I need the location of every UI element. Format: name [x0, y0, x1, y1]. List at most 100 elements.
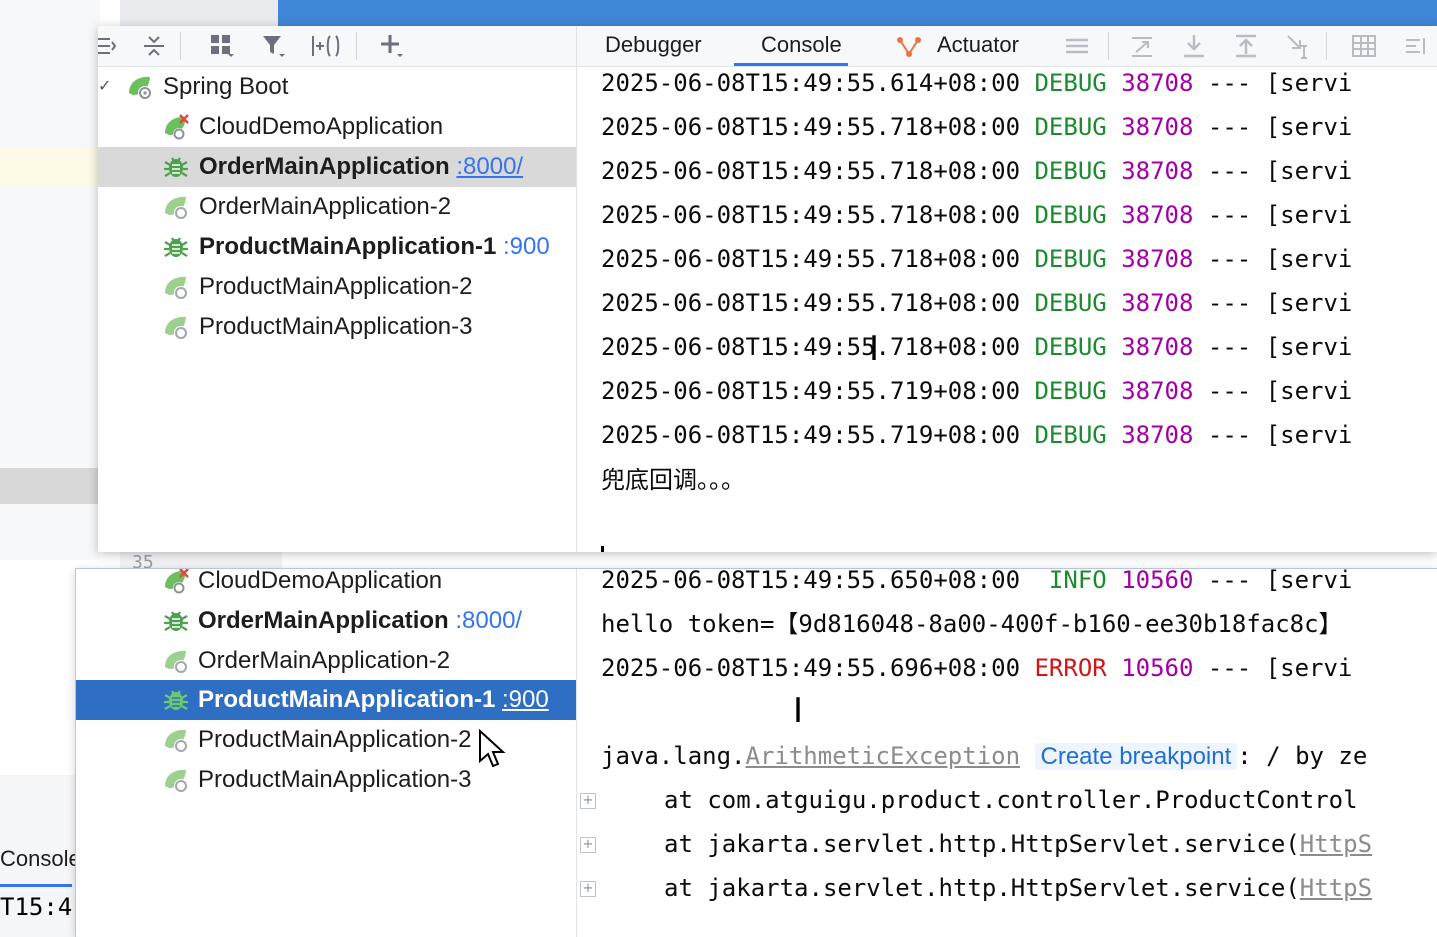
console-output[interactable]: 2025-06-08T15:49:55.650+08:00 INFO 10560…	[577, 569, 1437, 937]
ibeam-cursor-icon: I	[793, 691, 804, 731]
tree-item-product-main-3[interactable]: ProductMainApplication-3	[98, 307, 576, 347]
background-console-tab[interactable]: Console	[0, 846, 81, 872]
log-timestamp: 2025-06-08T15:49:55.650+08:00	[601, 569, 1021, 594]
stack-frame-text: at jakarta.servlet.http.HttpServlet.serv…	[664, 830, 1300, 858]
log-level: DEBUG	[1034, 113, 1107, 141]
log-rest: --- [servi	[1207, 201, 1353, 229]
tree-item-label: ProductMainApplication-2	[199, 273, 473, 300]
log-level: DEBUG	[1034, 201, 1107, 229]
tree-item-cloud-demo[interactable]: CloudDemoApplication	[98, 107, 576, 147]
menu-lines-icon[interactable]	[1063, 32, 1091, 60]
console-output[interactable]: 2025-06-08T15:49:55.614+08:00 DEBUG 3870…	[577, 67, 1437, 552]
expand-frame-icon[interactable]: +	[580, 881, 596, 897]
debug-bug-icon	[162, 686, 190, 714]
log-level: DEBUG	[1034, 421, 1107, 449]
log-pid: 38708	[1121, 289, 1194, 317]
tree-item-label: CloudDemoApplication	[199, 113, 444, 140]
tree-item-text: ProductMainApplication-1 :900	[198, 680, 549, 720]
tree-item-order-main[interactable]: OrderMainApplication :8000/	[76, 601, 576, 641]
run-to-cursor-icon[interactable]	[1284, 32, 1312, 60]
stack-frame-text: at com.atguigu.product.controller.Produc…	[664, 786, 1358, 814]
log-line: 2025-06-08T15:49:55.696+08:00 ERROR 1056…	[601, 646, 1352, 690]
add-icon[interactable]	[378, 32, 406, 60]
port-link[interactable]: :900	[502, 686, 549, 713]
exception-class-link[interactable]: ArithmeticException	[746, 742, 1021, 770]
tab-console[interactable]: Console	[761, 26, 842, 66]
mouse-pointer-icon	[478, 728, 506, 774]
sort-icon[interactable]	[1402, 32, 1430, 60]
tree-item-text: ProductMainApplication-1 :900	[199, 227, 550, 267]
stack-frame-text: at jakarta.servlet.http.HttpServlet.serv…	[664, 874, 1300, 902]
expand-frame-icon[interactable]: +	[580, 837, 596, 853]
port-link[interactable]: :8000/	[456, 153, 523, 180]
tree-item-product-main-1[interactable]: ProductMainApplication-1 :900	[98, 227, 576, 267]
log-pid: 38708	[1121, 69, 1194, 97]
background-highlight-line	[0, 148, 100, 186]
tree-item-order-main[interactable]: OrderMainApplication :8000/	[98, 147, 576, 187]
step-into-icon[interactable]	[1180, 32, 1208, 60]
exception-line: java.lang.ArithmeticException Create bre…	[601, 734, 1367, 778]
log-line: 2025-06-08T15:49:55.718+08:00 DEBUG 3870…	[601, 193, 1352, 237]
group-icon[interactable]	[208, 32, 236, 60]
port-link[interactable]: :900	[503, 233, 550, 260]
create-breakpoint-button[interactable]: Create breakpoint	[1034, 743, 1238, 770]
log-timestamp: 2025-06-08T15:49:55.719+08:00	[601, 377, 1021, 405]
tree-item-product-main-2[interactable]: ProductMainApplication-2	[98, 267, 576, 307]
log-pid: 38708	[1121, 157, 1194, 185]
debug-bug-icon	[162, 233, 190, 261]
expand-all-icon[interactable]	[98, 32, 120, 60]
expand-frame-icon[interactable]: +	[580, 793, 596, 809]
port-link[interactable]: :8000/	[455, 607, 522, 634]
tree-item-product-main-1[interactable]: ProductMainApplication-1 :900	[76, 680, 576, 720]
exception-message: : / by ze	[1237, 742, 1368, 770]
tree-item-cloud-demo[interactable]: CloudDemoApplication	[76, 569, 576, 601]
log-level: INFO	[1034, 569, 1107, 594]
stack-frame: at com.atguigu.product.controller.Produc…	[664, 778, 1358, 822]
log-timestamp: 2025-06-08T15:49:55.719+08:00	[601, 421, 1021, 449]
tree-item-text: OrderMainApplication :8000/	[198, 601, 522, 641]
filter-icon[interactable]	[260, 32, 288, 60]
log-pid: 38708	[1121, 245, 1194, 273]
toolbar-separator	[1326, 32, 1327, 60]
log-timestamp: 2025-06-08T15:49:55.696+08:00	[601, 654, 1021, 682]
tab-debugger[interactable]: Debugger	[605, 26, 702, 66]
log-rest: --- [servi	[1207, 157, 1353, 185]
log-rest: --- [servi	[1207, 569, 1353, 594]
log-timestamp: 2025-06-08T15:49:55.614+08:00	[601, 69, 1021, 97]
tree-item-order-main-2[interactable]: OrderMainApplication-2	[98, 187, 576, 227]
tree-root-spring-boot[interactable]: ✓ Spring Boot	[98, 67, 576, 107]
log-pid: 10560	[1121, 654, 1194, 682]
tree-item-label: ProductMainApplication-1	[198, 686, 496, 713]
log-timestamp: 2025-06-08T15:49:55.718+08:00	[601, 245, 1021, 273]
table-icon[interactable]	[1350, 32, 1378, 60]
chevron-down-icon[interactable]: ✓	[98, 67, 111, 107]
step-over-icon[interactable]	[1128, 32, 1156, 60]
add-config-icon[interactable]	[310, 32, 340, 60]
toolbar-separator	[180, 32, 181, 60]
tree-item-label: ProductMainApplication-1	[199, 233, 497, 260]
debug-bug-icon	[162, 153, 190, 181]
log-timestamp: 2025-06-08T15:49:55.718+08:00	[601, 113, 1021, 141]
stack-frame-link[interactable]: HttpS	[1300, 874, 1372, 902]
log-rest: --- [servi	[1207, 333, 1353, 361]
spring-boot-icon	[162, 193, 190, 221]
log-pid: 38708	[1121, 113, 1194, 141]
collapse-all-icon[interactable]	[140, 32, 168, 60]
log-rest: --- [servi	[1207, 289, 1353, 317]
log-line: 2025-06-08T15:49:55.718+08:00 DEBUG 3870…	[601, 281, 1352, 325]
log-level: ERROR	[1034, 654, 1107, 682]
log-level: DEBUG	[1034, 157, 1107, 185]
tree-item-label: ProductMainApplication-3	[199, 313, 473, 340]
spring-boot-icon	[126, 73, 154, 101]
background-console-tab-underline	[0, 884, 72, 887]
log-level: DEBUG	[1034, 377, 1107, 405]
spring-boot-icon	[162, 647, 190, 675]
tree-item-label: ProductMainApplication-2	[198, 726, 472, 753]
step-out-icon[interactable]	[1232, 32, 1260, 60]
tree-item-order-main-2[interactable]: OrderMainApplication-2	[76, 641, 576, 681]
tab-actuator[interactable]: Actuator	[895, 26, 1019, 66]
log-pid: 38708	[1121, 421, 1194, 449]
stack-frame-link[interactable]: HttpS	[1300, 830, 1372, 858]
background-gray-band	[0, 468, 100, 504]
log-line: 2025-06-08T15:49:55.719+08:00 DEBUG 3870…	[601, 369, 1352, 413]
